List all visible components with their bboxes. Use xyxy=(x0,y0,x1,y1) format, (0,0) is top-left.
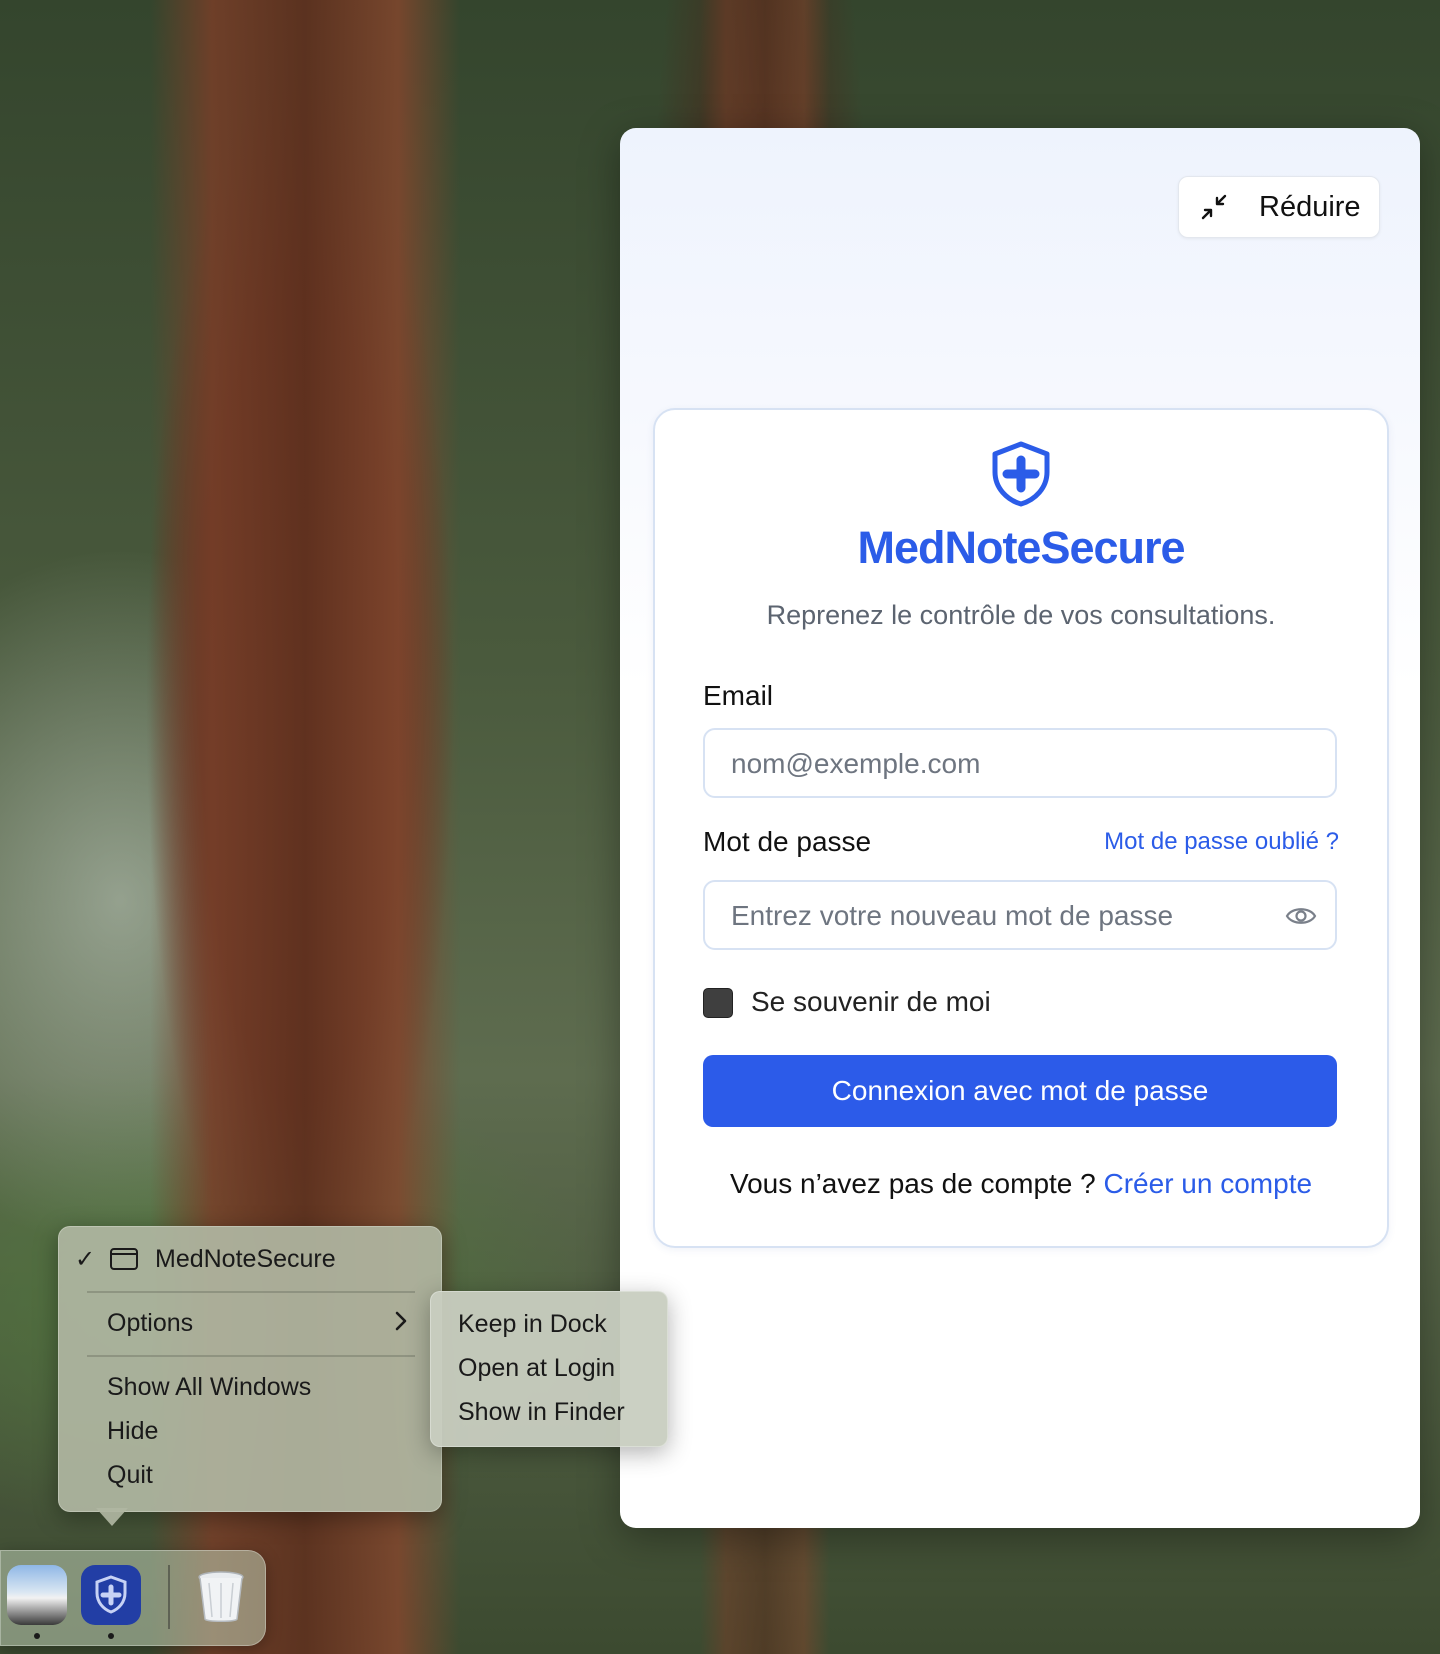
email-field-box xyxy=(703,728,1337,798)
window-icon xyxy=(109,1247,139,1278)
dock-divider xyxy=(168,1565,170,1629)
login-button[interactable]: Connexion avec mot de passe xyxy=(703,1055,1337,1127)
eye-icon[interactable] xyxy=(1285,902,1317,930)
create-account-link[interactable]: Créer un compte xyxy=(1104,1168,1313,1199)
password-field-box xyxy=(703,880,1337,950)
dock xyxy=(0,1550,266,1646)
chevron-right-icon xyxy=(393,1309,409,1340)
brand-title: MedNoteSecure xyxy=(857,522,1185,573)
options-submenu: Keep in Dock Open at Login Show in Finde… xyxy=(430,1291,668,1447)
reduce-button[interactable]: Réduire xyxy=(1178,176,1380,238)
minimize-arrows-icon xyxy=(1199,192,1229,222)
running-indicator xyxy=(34,1633,40,1639)
app-window: Réduire MedNoteSecure Reprenez le contrô… xyxy=(620,128,1420,1528)
remember-me-label: Se souvenir de moi xyxy=(751,986,991,1017)
remember-me-checkbox[interactable] xyxy=(703,988,733,1018)
email-label: Email xyxy=(703,680,774,711)
signup-prompt: Vous n’avez pas de compte ? xyxy=(729,1168,1096,1199)
dock-context-menu: ✓ MedNoteSecure Options Show All Windows… xyxy=(58,1226,442,1512)
menu-item-options[interactable]: Options xyxy=(107,1309,193,1338)
menu-item-mednotesecure[interactable]: MedNoteSecure xyxy=(155,1245,336,1274)
email-field[interactable] xyxy=(729,730,1293,798)
password-field[interactable] xyxy=(729,882,1293,950)
reduce-label: Réduire xyxy=(1259,190,1361,223)
menu-item-show-all-windows[interactable]: Show All Windows xyxy=(107,1373,311,1402)
checkmark-icon: ✓ xyxy=(75,1246,96,1273)
menu-separator xyxy=(87,1355,415,1357)
submenu-item-show-in-finder[interactable]: Show in Finder xyxy=(458,1398,625,1427)
menu-separator xyxy=(87,1291,415,1293)
shield-cross-icon xyxy=(989,440,1053,508)
trash-icon[interactable] xyxy=(191,1565,251,1625)
password-label: Mot de passe xyxy=(703,826,872,857)
tagline: Reprenez le contrôle de vos consultation… xyxy=(766,600,1276,630)
menu-item-quit[interactable]: Quit xyxy=(107,1461,153,1490)
login-card: MedNoteSecure Reprenez le contrôle de vo… xyxy=(653,408,1389,1248)
menu-item-hide[interactable]: Hide xyxy=(107,1417,158,1446)
submenu-item-open-at-login[interactable]: Open at Login xyxy=(458,1354,615,1383)
running-indicator xyxy=(108,1633,114,1639)
menu-pointer xyxy=(96,1508,128,1526)
mednotesecure-app-icon[interactable] xyxy=(81,1565,141,1625)
forgot-password-link[interactable]: Mot de passe oublié ? xyxy=(1104,828,1339,856)
submenu-item-keep-in-dock[interactable]: Keep in Dock xyxy=(458,1310,607,1339)
preview-app-icon[interactable] xyxy=(7,1565,67,1625)
signup-row: Vous n’avez pas de compte ? Créer un com… xyxy=(655,1168,1387,1200)
